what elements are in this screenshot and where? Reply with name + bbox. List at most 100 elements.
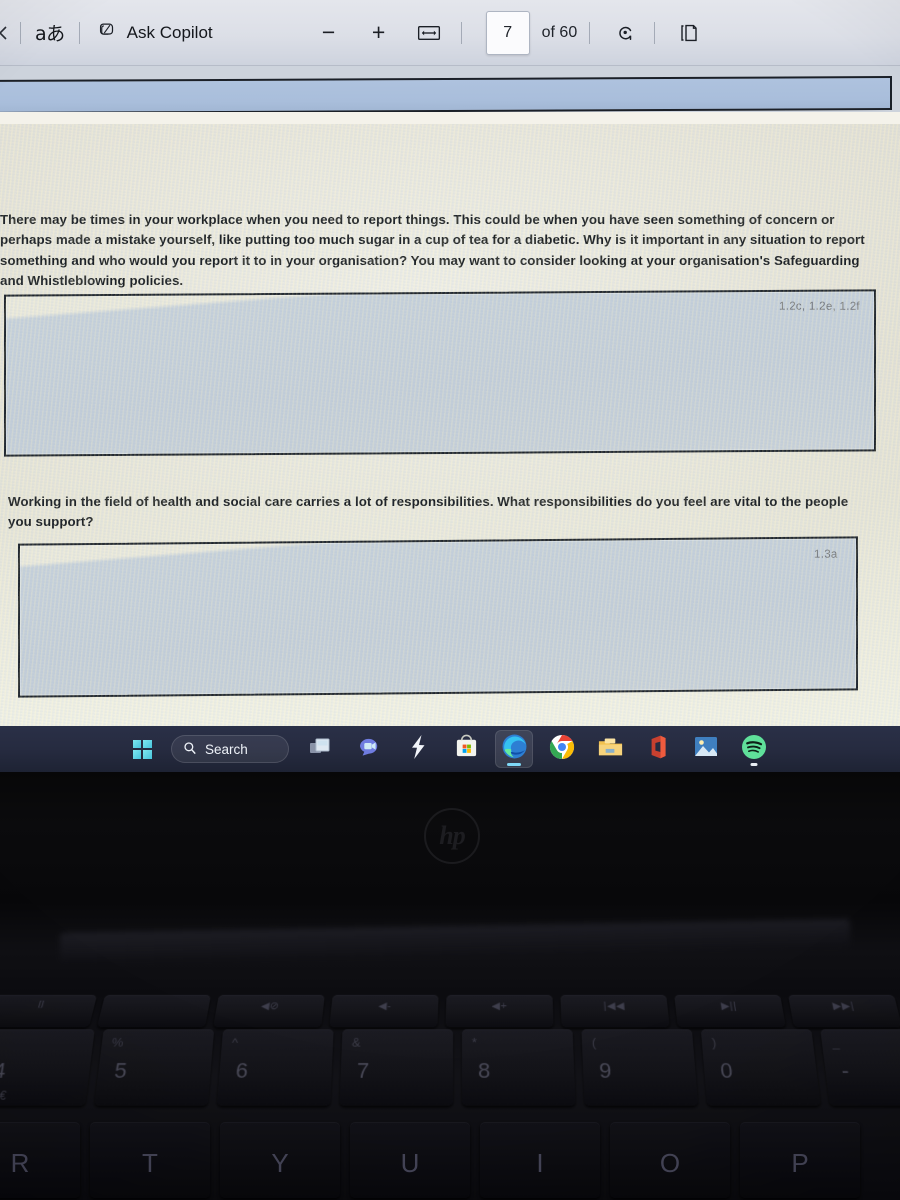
- key-fn[interactable]: [96, 994, 211, 1028]
- key-shift-label: &: [351, 1035, 361, 1050]
- key-main-label: 9: [598, 1058, 613, 1083]
- partial-left-icon[interactable]: [0, 22, 10, 44]
- answer-box-1-code: 1.2c, 1.2e, 1.2f: [779, 300, 860, 313]
- folder-icon: [597, 735, 624, 764]
- lightning-bolt-icon: [408, 734, 428, 765]
- fit-to-width-icon[interactable]: [409, 17, 449, 49]
- previous-page-bottom-band: [0, 76, 892, 114]
- file-explorer[interactable]: [591, 730, 629, 768]
- toolbar-divider-1: [20, 21, 21, 44]
- key-letter-label: T: [142, 1148, 158, 1178]
- key-letter-label: P: [791, 1148, 809, 1178]
- task-view-icon: [309, 735, 335, 764]
- edge-icon: [501, 733, 528, 765]
- toolbar-divider-4: [589, 21, 591, 44]
- edge-running-indicator: [507, 763, 521, 766]
- translate-button[interactable]: aあ: [31, 19, 69, 46]
- zoom-controls: − + 7 of 60: [309, 10, 710, 55]
- key-shift-label: ^: [231, 1035, 239, 1050]
- key-fn[interactable]: ◀⊘: [213, 994, 325, 1028]
- key-4[interactable]: $ 4 €: [0, 1029, 95, 1106]
- key-5[interactable]: % 5: [94, 1029, 215, 1106]
- key-y[interactable]: Y: [220, 1122, 340, 1198]
- spotify-running-indicator: [750, 763, 758, 766]
- search-box[interactable]: Search: [171, 735, 289, 763]
- key-fn[interactable]: ⌷: [0, 994, 98, 1028]
- hp-logo: hp: [424, 808, 480, 864]
- key-fn[interactable]: ▶||: [674, 994, 786, 1028]
- microsoft-office[interactable]: [639, 730, 677, 768]
- toolbar-divider-2: [78, 21, 80, 44]
- ask-copilot-button[interactable]: Ask Copilot: [96, 19, 213, 46]
- microsoft-store[interactable]: [447, 730, 485, 768]
- key-fn[interactable]: ▶▶|: [788, 994, 900, 1028]
- key-fn-label: ▶▶|: [831, 1000, 856, 1012]
- toolbar-divider-5: [654, 21, 656, 44]
- photos-app[interactable]: [687, 730, 725, 768]
- windows-taskbar: Search: [0, 726, 900, 772]
- key-u[interactable]: U: [350, 1122, 470, 1198]
- number-key-row: $ 4 € % 5 ^ 6 & 7 * 8 ( 9: [0, 1029, 900, 1106]
- total-pages-label: of 60: [541, 23, 578, 41]
- key-shift-label: _: [830, 1035, 840, 1050]
- start-button[interactable]: [123, 730, 161, 768]
- spotify[interactable]: [735, 730, 773, 768]
- key-fn-label: ◀-: [377, 1000, 392, 1012]
- google-chrome[interactable]: [543, 730, 581, 768]
- laptop-screen: aあ Ask Copilot − + 7 of 60 There may be …: [0, 0, 900, 772]
- office-icon: [647, 734, 669, 765]
- page-layout-icon[interactable]: [669, 17, 709, 49]
- key-fn[interactable]: |◀◀: [560, 994, 670, 1028]
- ask-copilot-label: Ask Copilot: [126, 22, 213, 42]
- key-o[interactable]: O: [610, 1122, 730, 1198]
- key-8[interactable]: * 8: [461, 1029, 576, 1106]
- copilot-icon: [96, 19, 118, 46]
- laptop-deck: [0, 902, 900, 994]
- key-fn-label: ⌷: [35, 999, 47, 1011]
- lightning-app[interactable]: [399, 730, 437, 768]
- key-p[interactable]: P: [740, 1122, 860, 1198]
- question-paragraph-2: Working in the field of health and socia…: [8, 494, 849, 530]
- key-i[interactable]: I: [480, 1122, 600, 1198]
- key-main-label: 7: [356, 1058, 370, 1083]
- page-gap: [0, 112, 900, 124]
- key-fn[interactable]: ◀-: [329, 994, 439, 1028]
- key-shift-label: *: [471, 1035, 477, 1050]
- key-t[interactable]: T: [90, 1122, 210, 1198]
- microsoft-store-icon: [454, 734, 479, 764]
- answer-box-1[interactable]: 1.2c, 1.2e, 1.2f: [4, 289, 876, 457]
- key-fn[interactable]: ◀+: [445, 994, 554, 1028]
- zoom-out-button[interactable]: −: [309, 17, 349, 49]
- microsoft-edge[interactable]: [495, 730, 533, 768]
- key-7[interactable]: & 7: [339, 1029, 454, 1106]
- task-view-button[interactable]: [303, 730, 341, 768]
- answer-box-2[interactable]: 1.3a: [18, 536, 858, 698]
- key-letter-label: O: [659, 1148, 681, 1178]
- zoom-in-button[interactable]: +: [359, 17, 399, 49]
- laptop-bezel: hp: [0, 772, 900, 902]
- key-6[interactable]: ^ 6: [216, 1029, 334, 1106]
- key-fn-label: ▶||: [720, 1000, 738, 1012]
- key-shift-label: (: [591, 1035, 597, 1050]
- key-main-label: -: [839, 1058, 851, 1083]
- key-main-label: 5: [113, 1058, 129, 1083]
- search-icon: [183, 741, 197, 758]
- key-0[interactable]: ) 0: [700, 1029, 821, 1106]
- key-sub-label: €: [0, 1088, 8, 1103]
- rotate-icon[interactable]: [606, 17, 646, 49]
- pdf-page-viewer[interactable]: There may be times in your workplace whe…: [0, 66, 900, 726]
- page-number-input[interactable]: 7: [485, 10, 530, 55]
- key-fn-label: |◀◀: [603, 1000, 626, 1012]
- key-main-label: 8: [477, 1058, 491, 1083]
- chat-button[interactable]: [351, 730, 389, 768]
- key-main-label: 6: [234, 1058, 249, 1083]
- key-r[interactable]: R: [0, 1122, 80, 1198]
- search-label: Search: [205, 741, 248, 757]
- photos-icon: [693, 735, 719, 763]
- key-shift-label: ): [711, 1035, 717, 1050]
- teams-chat-icon: [357, 735, 383, 764]
- key-letter-label: R: [10, 1148, 30, 1178]
- function-key-row: ⌷ ◀⊘ ◀- ◀+ |◀◀ ▶|| ▶▶|: [0, 994, 900, 1028]
- key-9[interactable]: ( 9: [581, 1029, 699, 1106]
- key-minus[interactable]: _ -: [820, 1029, 900, 1106]
